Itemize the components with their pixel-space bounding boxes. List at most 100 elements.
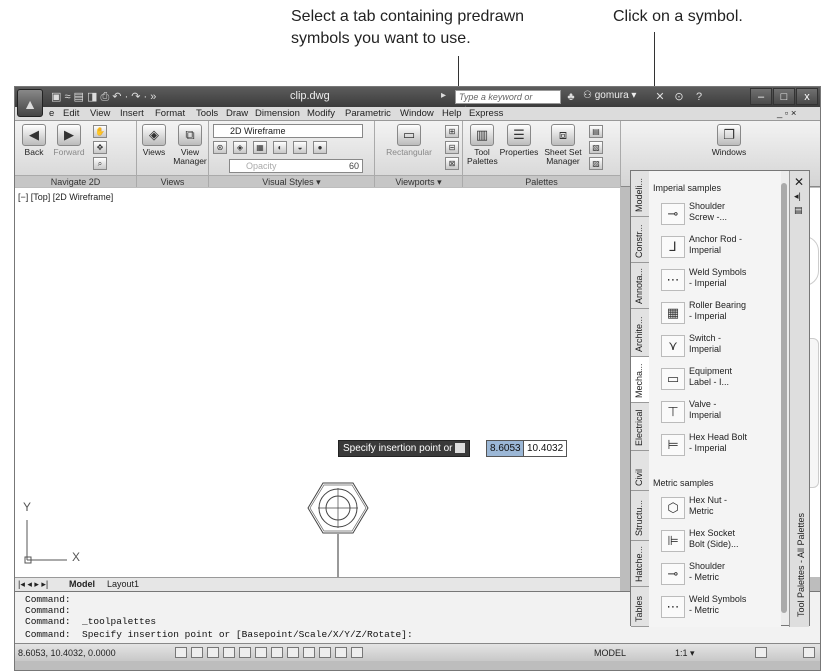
doc-window-controls[interactable]: _ ▫ × [777,108,796,119]
palette-symbol[interactable]: ⊨ Hex Head Bolt - Imperial [661,430,779,462]
visual-style-icon-5[interactable]: ◒ [293,141,307,154]
grid-icon[interactable] [191,647,203,658]
palette-tab[interactable]: Tables [631,587,649,627]
snap-icon[interactable] [175,647,187,658]
ducs-icon[interactable] [271,647,283,658]
menu-draw[interactable]: Draw [226,108,248,119]
minimize-button[interactable]: – [750,88,772,105]
palette-symbol[interactable]: ⅃ Anchor Rod - Imperial [661,232,779,264]
command-prompt[interactable]: Command: Specify insertion point or [Bas… [25,629,413,640]
palette-symbol[interactable]: ⋯ Weld Symbols - Metric [661,592,779,624]
dynamic-input-x[interactable]: 8.6053 [486,440,525,457]
annotation-scale[interactable]: 1:1 ▾ [675,648,695,659]
visual-style-icon-2[interactable]: ◈ [233,141,247,154]
palette-icon-1[interactable]: ▤ [589,125,603,138]
menu-file[interactable]: e [49,108,54,119]
windows-button[interactable]: ❐ Windows [709,124,749,157]
properties-button[interactable]: ☰ Properties [499,124,539,157]
palette-symbol[interactable]: ▦ Roller Bearing - Imperial [661,298,779,330]
application-menu-button[interactable]: ▲ [17,89,43,117]
dynamic-input-y[interactable]: 10.4032 [523,440,568,457]
drawing-canvas[interactable]: Y X [15,188,620,577]
palette-tab[interactable]: Archite... [631,309,649,357]
lwt-icon[interactable] [303,647,315,658]
clean-screen-icon[interactable] [803,647,815,658]
visual-style-combo[interactable]: 2D Wireframe [213,124,363,138]
tab-layout1[interactable]: Layout1 [107,579,139,589]
palette-icon-2[interactable]: ▧ [589,141,603,154]
maximize-button[interactable]: □ [773,88,795,105]
palette-tab[interactable]: Mecha... [631,357,649,403]
palette-tab[interactable]: Civil [631,451,649,491]
quick-access-toolbar[interactable]: ▣ ≈ ▤ ◨ ⎙ ↶ · ↷ · » [51,90,156,104]
palette-symbol[interactable]: ⊫ Hex Socket Bolt (Side)... [661,526,779,558]
palette-symbol[interactable]: ⋯ Weld Symbols - Imperial [661,265,779,297]
palette-symbol[interactable]: ⋎ Switch - Imperial [661,331,779,363]
palette-tab[interactable]: Hatche... [631,541,649,587]
views-button[interactable]: ◈ Views [139,124,169,157]
back-button[interactable]: ◀ Back [19,124,49,157]
viewport-icon-1[interactable]: ⊞ [445,125,459,138]
palette-symbol[interactable]: ⊤ Valve - Imperial [661,397,779,429]
palette-icon-3[interactable]: ▨ [589,157,603,170]
info-center-icon[interactable]: ⊙ [671,89,687,105]
model-space-toggle[interactable]: MODEL [594,648,626,658]
dynamic-input-arrow-icon[interactable] [455,443,466,454]
menu-window[interactable]: Window [400,108,434,119]
tpy-icon[interactable] [319,647,331,658]
visual-style-icon-3[interactable]: ▦ [253,141,267,154]
sc-icon[interactable] [351,647,363,658]
rectangular-button[interactable]: ▭ Rectangular [379,124,439,157]
palette-close-icon[interactable]: ✕ [794,175,804,189]
menu-dimension[interactable]: Dimension [255,108,300,119]
palette-properties-icon[interactable]: ▤ [794,205,803,216]
viewport-icon-2[interactable]: ⊟ [445,141,459,154]
osnap-icon[interactable] [239,647,251,658]
palette-symbol[interactable]: ▭ Equipment Label - I... [661,364,779,396]
palette-tab[interactable]: Modeli... [631,171,649,217]
palette-tab[interactable]: Constr... [631,217,649,263]
help-icon[interactable]: ? [691,89,707,105]
user-name[interactable]: ⚇ gomura ▾ [583,90,636,101]
sheet-set-manager-button[interactable]: ⧈ Sheet Set Manager [541,124,585,166]
visual-style-icon-4[interactable]: ◐ [273,141,287,154]
palette-tab[interactable]: Electrical [631,403,649,451]
view-manager-button[interactable]: ⧉ View Manager [171,124,209,166]
viewport-label[interactable]: [−] [Top] [2D Wireframe] [18,192,113,202]
ortho-icon[interactable] [207,647,219,658]
binoculars-icon[interactable]: ♣ [563,89,579,105]
palette-symbol[interactable]: ⊸ Shoulder - Metric [661,559,779,591]
palette-autohide-icon[interactable]: ◂| [794,191,801,202]
menu-format[interactable]: Format [155,108,185,119]
qp-icon[interactable] [335,647,347,658]
steering-wheel-icon[interactable]: ✥ [93,141,107,154]
menu-parametric[interactable]: Parametric [345,108,391,119]
palette-symbol[interactable]: ⊸ Shoulder Screw -... [661,199,779,231]
palette-symbol[interactable]: ⬡ Hex Nut - Metric [661,493,779,525]
polar-icon[interactable] [223,647,235,658]
visual-style-icon-1[interactable]: ⊛ [213,141,227,154]
otrack-icon[interactable] [255,647,267,658]
pan-icon[interactable]: ✋ [93,125,107,138]
search-expand-icon[interactable]: ▸ [441,90,446,101]
workspace-icon[interactable] [755,647,767,658]
menu-edit[interactable]: Edit [63,108,79,119]
menu-modify[interactable]: Modify [307,108,335,119]
close-button[interactable]: x [796,88,818,105]
search-input[interactable]: Type a keyword or phrase [455,90,561,114]
forward-button[interactable]: ▶ Forward [51,124,87,157]
palette-tab[interactable]: Annota... [631,263,649,309]
exchange-icon[interactable]: ✕ [652,89,668,105]
dyn-icon[interactable] [287,647,299,658]
visual-style-icon-6[interactable]: ● [313,141,327,154]
viewport-icon-3[interactable]: ⊠ [445,157,459,170]
tool-palettes-button[interactable]: ▥ Tool Palettes [467,124,498,166]
tab-nav-arrows[interactable]: |◂ ◂ ▸ ▸| [18,579,48,590]
tab-model[interactable]: Model [69,579,95,589]
zoom-icon[interactable]: ⌕ [93,157,107,170]
palette-tab[interactable]: Structu... [631,491,649,541]
menu-insert[interactable]: Insert [120,108,144,119]
palette-scrollbar[interactable] [781,183,787,613]
menu-tools[interactable]: Tools [196,108,218,119]
opacity-slider[interactable]: Opacity 60 [229,159,363,173]
